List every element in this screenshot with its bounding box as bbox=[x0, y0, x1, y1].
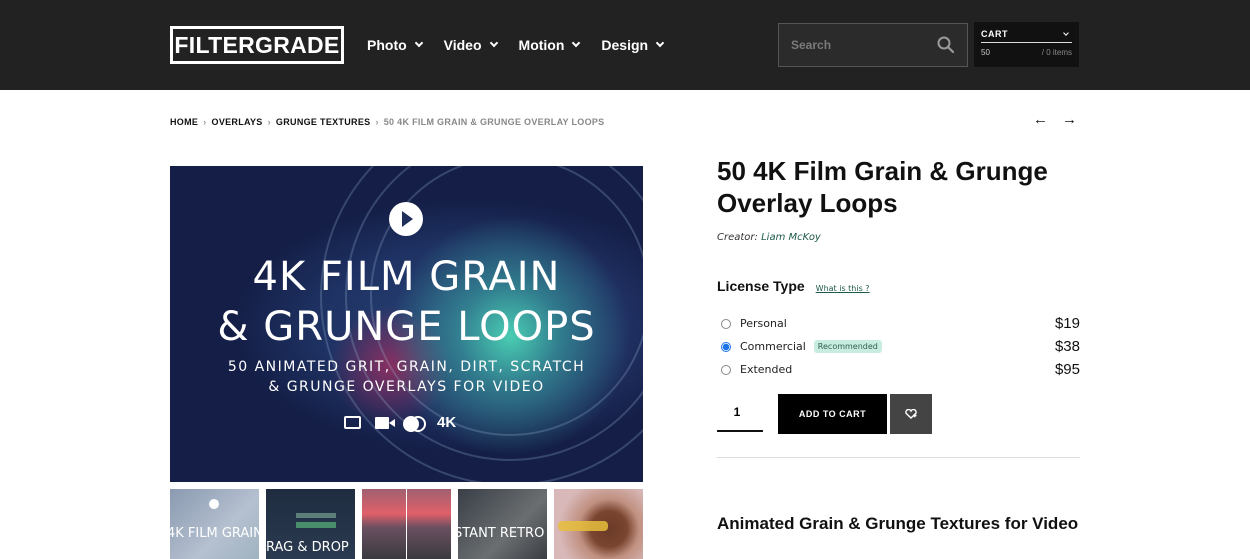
compare-divider bbox=[406, 489, 407, 559]
license-option-extended[interactable]: Extended $95 bbox=[717, 358, 1080, 381]
hero-subtitle-line1: 50 ANIMATED GRIT, GRAIN, DIRT, SCRATCH bbox=[227, 359, 586, 375]
breadcrumb-home[interactable]: HOME bbox=[170, 117, 198, 127]
nav-item-design[interactable]: Design bbox=[601, 37, 665, 53]
site-logo[interactable]: FILTERGRADE bbox=[170, 26, 344, 64]
hero-title-line2: & GRUNGE LOOPS bbox=[217, 304, 596, 350]
thumbnail[interactable] bbox=[554, 489, 643, 559]
nav-item-photo[interactable]: Photo bbox=[367, 37, 423, 53]
blend-icon bbox=[403, 415, 426, 432]
search-box bbox=[778, 23, 968, 67]
cart-label: CART bbox=[981, 29, 1008, 39]
hero-feature-icons: 4K bbox=[344, 414, 457, 432]
license-label: Commercial bbox=[740, 340, 806, 353]
license-option-personal[interactable]: Personal $19 bbox=[717, 312, 1080, 335]
cart-total: 50 bbox=[981, 48, 990, 57]
hero-subtitle-line2: & GRUNGE OVERLAYS FOR VIDEO bbox=[268, 379, 545, 395]
hero-title-line1: 4K FILM GRAIN bbox=[252, 254, 561, 300]
search-icon[interactable] bbox=[937, 36, 955, 54]
breadcrumb-separator: › bbox=[203, 117, 207, 127]
play-icon[interactable] bbox=[389, 202, 423, 236]
site-header: FILTERGRADE Photo Video Motion Design CA… bbox=[0, 0, 1250, 90]
video-camera-icon bbox=[375, 416, 395, 429]
license-label: Extended bbox=[740, 363, 793, 376]
nav-item-video[interactable]: Video bbox=[443, 37, 498, 53]
wishlist-button[interactable] bbox=[890, 394, 932, 434]
thumbnail-detail bbox=[558, 521, 608, 531]
license-options: Personal $19 Commercial Recommended $38 … bbox=[717, 312, 1080, 381]
search-input[interactable] bbox=[791, 38, 931, 52]
resolution-label: 4K bbox=[437, 414, 457, 431]
cart-item-count: / 0 items bbox=[1041, 48, 1072, 57]
creator-label: Creator: bbox=[717, 232, 758, 243]
recommended-badge: Recommended bbox=[813, 340, 882, 353]
divider bbox=[717, 457, 1080, 458]
radio-button[interactable] bbox=[721, 318, 731, 329]
play-icon bbox=[209, 499, 219, 509]
chevron-down-icon bbox=[655, 38, 665, 48]
product-creator: Creator: Liam McKoy bbox=[717, 232, 821, 243]
thumbnail[interactable]: STANT RETRO bbox=[458, 489, 547, 559]
thumbnail[interactable] bbox=[362, 489, 451, 559]
timeline-bar bbox=[296, 522, 336, 528]
breadcrumb: HOME › OVERLAYS › GRUNGE TEXTURES › 50 4… bbox=[170, 117, 604, 127]
timeline-bar bbox=[296, 513, 336, 518]
nav-label: Photo bbox=[367, 37, 407, 53]
license-price: $38 bbox=[1054, 338, 1080, 355]
breadcrumb-overlays[interactable]: OVERLAYS bbox=[212, 117, 263, 127]
breadcrumb-separator: › bbox=[267, 117, 271, 127]
cart-summary: 50 / 0 items bbox=[981, 48, 1072, 57]
next-arrow-icon[interactable]: → bbox=[1062, 112, 1077, 128]
thumbnail-label: 4K FILM GRAIN bbox=[170, 526, 259, 541]
license-price: $95 bbox=[1054, 361, 1080, 378]
license-header: License Type What is this ? bbox=[717, 278, 870, 294]
main-nav: Photo Video Motion Design bbox=[367, 37, 685, 53]
quantity-input[interactable] bbox=[717, 394, 763, 432]
nav-label: Design bbox=[601, 37, 649, 53]
license-title: License Type bbox=[717, 278, 805, 294]
thumbnail-label: RAG & DROP bbox=[266, 540, 349, 555]
heart-plus-icon bbox=[905, 409, 917, 419]
description-title: Animated Grain & Grunge Textures for Vid… bbox=[717, 514, 1079, 533]
license-help-link[interactable]: What is this ? bbox=[816, 284, 870, 293]
cart-widget[interactable]: CART 50 / 0 items bbox=[974, 22, 1079, 67]
breadcrumb-separator: › bbox=[375, 117, 379, 127]
chevron-down-icon bbox=[1063, 29, 1069, 36]
hero-subtitle: 50 ANIMATED GRIT, GRAIN, DIRT, SCRATCH &… bbox=[170, 357, 643, 397]
nav-label: Motion bbox=[518, 37, 565, 53]
license-option-commercial[interactable]: Commercial Recommended $38 bbox=[717, 335, 1080, 358]
thumbnail-strip: 4K FILM GRAIN RAG & DROP STANT RETRO bbox=[170, 489, 643, 559]
thumbnail-label: STANT RETRO bbox=[458, 526, 545, 541]
product-title: 50 4K Film Grain & Grunge Overlay Loops bbox=[717, 156, 1048, 218]
license-price: $19 bbox=[1054, 315, 1080, 332]
product-pager: ← → bbox=[1033, 112, 1077, 128]
chevron-down-icon bbox=[572, 38, 581, 48]
radio-button-selected[interactable] bbox=[721, 341, 731, 352]
breadcrumb-grunge-textures[interactable]: GRUNGE TEXTURES bbox=[276, 117, 371, 127]
chevron-down-icon bbox=[489, 38, 498, 48]
nav-item-motion[interactable]: Motion bbox=[518, 37, 581, 53]
cart-header: CART bbox=[981, 29, 1072, 43]
radio-button[interactable] bbox=[721, 364, 731, 375]
loop-icon bbox=[344, 416, 361, 429]
creator-link[interactable]: Liam McKoy bbox=[761, 232, 821, 243]
thumbnail[interactable]: 4K FILM GRAIN bbox=[170, 489, 259, 559]
thumbnail[interactable]: RAG & DROP bbox=[266, 489, 355, 559]
nav-label: Video bbox=[443, 37, 482, 53]
prev-arrow-icon[interactable]: ← bbox=[1033, 112, 1048, 128]
add-to-cart-button[interactable]: ADD TO CART bbox=[778, 394, 887, 434]
product-hero-image[interactable]: 4K FILM GRAIN & GRUNGE LOOPS 50 ANIMATED… bbox=[170, 166, 643, 482]
breadcrumb-current: 50 4K FILM GRAIN & GRUNGE OVERLAY LOOPS bbox=[383, 117, 605, 127]
chevron-down-icon bbox=[414, 38, 423, 48]
license-label: Personal bbox=[740, 317, 787, 330]
